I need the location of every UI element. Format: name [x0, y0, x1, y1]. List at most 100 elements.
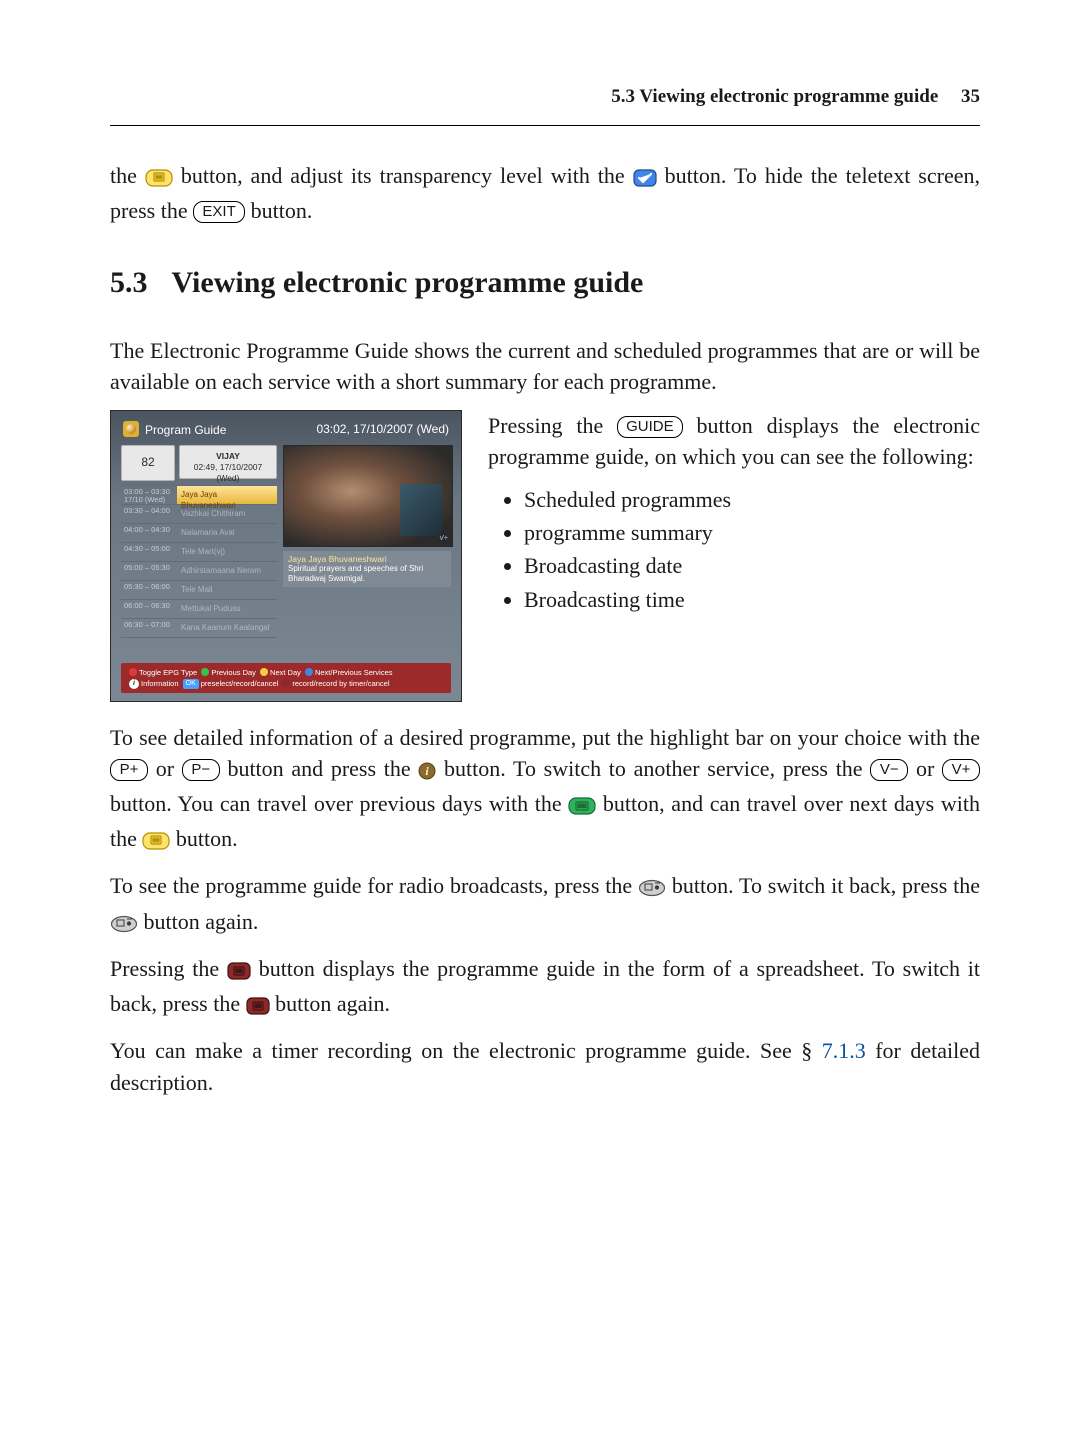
epg-programme-row: 05:00 – 05:30Adhirstamaana Neram [121, 561, 277, 580]
epg-row-title: Tele Mart(vj) [177, 543, 277, 561]
p-minus-key: P− [182, 759, 220, 781]
radio-guide-paragraph: To see the programme guide for radio bro… [110, 870, 980, 940]
epg-footer-legend: Toggle EPG Type Previous Day Next Day Ne… [121, 663, 451, 693]
epg-row-title: Tele Mall [177, 581, 277, 599]
epg-row-title: Vazhkai Chithiram [177, 505, 277, 523]
exit-key: EXIT [193, 201, 245, 223]
guide-bullet-item: Broadcasting date [524, 550, 980, 581]
epg-programme-row: 04:00 – 04:30Nalamaria Aval [121, 523, 277, 542]
epg-row-time: 06:00 – 06:30 [121, 600, 177, 618]
epg-row-time: 05:30 – 06:00 [121, 581, 177, 599]
header-page-number: 35 [961, 86, 980, 107]
v-minus-key: V− [870, 759, 908, 781]
epg-row-time: 05:00 – 05:30 [121, 562, 177, 580]
legend-record-timer: record/record by timer/cancel [292, 679, 389, 688]
epg-row-time: 04:30 – 05:00 [121, 543, 177, 561]
spreadsheet-paragraph: Pressing the button displays the program… [110, 953, 980, 1023]
text: button. [251, 198, 313, 223]
v-plus-key: V+ [942, 759, 980, 781]
cross-reference-link[interactable]: 7.1.3 [822, 1038, 866, 1063]
epg-row-title: Mettukal Pudusu [177, 600, 277, 618]
tv-radio-icon [110, 910, 138, 941]
legend-next-day: Next Day [270, 668, 301, 677]
guide-bullet-list: Scheduled programmesprogramme summaryBro… [506, 484, 980, 615]
section-heading: 5.3 Viewing electronic programme guide [110, 262, 980, 305]
epg-preview-corner: V+ [439, 534, 448, 544]
text: To see the programme guide for radio bro… [110, 873, 638, 898]
text: button. You can travel over previous day… [110, 791, 568, 816]
epg-channel-info: VIJAY 02:49, 17/10/2007 (Wed) [179, 445, 277, 479]
blue-dot-icon [305, 668, 313, 676]
epg-programme-row: 06:00 – 06:30Mettukal Pudusu [121, 599, 277, 618]
epg-row-title: Jaya Jaya Bhuvaneshwari [177, 486, 277, 504]
epg-body: 82 VIJAY 02:49, 17/10/2007 (Wed) 03:00 –… [111, 445, 461, 638]
epg-row-time: 04:00 – 04:30 [121, 524, 177, 542]
section-title: Viewing electronic programme guide [172, 262, 644, 305]
epg-row-time: 03:00 – 03:30 17/10 (Wed) [121, 486, 177, 504]
blue-check-icon [633, 164, 657, 195]
epg-screenshot: Program Guide 03:02, 17/10/2007 (Wed) 82… [110, 410, 462, 702]
text: button. [176, 826, 238, 851]
epg-programme-row: 03:00 – 03:30 17/10 (Wed)Jaya Jaya Bhuva… [121, 485, 277, 504]
epg-channel-time: 02:49, 17/10/2007 (Wed) [186, 462, 270, 484]
legend-next-prev-services: Next/Previous Services [315, 668, 393, 677]
text: Pressing the [110, 956, 227, 981]
legend-toggle: Toggle EPG Type [139, 668, 197, 677]
guide-bullet-item: Scheduled programmes [524, 484, 980, 515]
text: button. To switch it back, press the [672, 873, 980, 898]
green-prev-day-icon [568, 792, 596, 823]
epg-row-title: Kana Kaanum Kaalangal [177, 619, 277, 637]
epg-titlebar: Program Guide 03:02, 17/10/2007 (Wed) [111, 411, 461, 445]
epg-programme-row: 03:30 – 04:00Vazhkai Chithiram [121, 504, 277, 523]
epg-logo-icon [123, 421, 139, 437]
text: button and press the [227, 756, 418, 781]
epg-right-column: V+ Jaya Jaya Bhuvaneshwari Spiritual pra… [283, 445, 451, 638]
page: 5.3 Viewing electronic programme guide 3… [0, 0, 1080, 1439]
text: To see detailed information of a desired… [110, 725, 980, 750]
guide-bullet-item: programme summary [524, 517, 980, 548]
red-list-icon [227, 957, 251, 988]
red-dot-icon [129, 668, 137, 676]
guide-key: GUIDE [617, 416, 683, 438]
text: button, and adjust its transparency leve… [181, 163, 633, 188]
text: Pressing the [488, 413, 617, 438]
epg-screenshot-wrapper: Program Guide 03:02, 17/10/2007 (Wed) 82… [110, 410, 462, 702]
epg-programme-row: 04:30 – 05:00Tele Mart(vj) [121, 542, 277, 561]
epg-row-title: Adhirstamaana Neram [177, 562, 277, 580]
epg-programme-detail: Jaya Jaya Bhuvaneshwari Spiritual prayer… [283, 551, 451, 587]
text: button again. [275, 991, 390, 1016]
detail-navigation-paragraph: To see detailed information of a desired… [110, 722, 980, 859]
epg-two-column: Program Guide 03:02, 17/10/2007 (Wed) 82… [110, 410, 980, 702]
epg-detail-title: Jaya Jaya Bhuvaneshwari [288, 554, 446, 564]
header-section-label: 5.3 Viewing electronic programme guide [611, 86, 938, 107]
p-plus-key: P+ [110, 759, 148, 781]
intro-paragraph: The Electronic Programme Guide shows the… [110, 335, 980, 397]
text: button. To switch to another service, pr… [444, 756, 870, 781]
text: button again. [144, 909, 259, 934]
legend-info: Information [141, 679, 179, 688]
guide-description: Pressing the GUIDE button displays the e… [488, 410, 980, 625]
text: the [110, 163, 145, 188]
epg-datetime: 03:02, 17/10/2007 (Wed) [316, 421, 449, 438]
ok-badge-icon: OK [183, 679, 199, 689]
yellow-dot-icon [260, 668, 268, 676]
guide-sentence: Pressing the GUIDE button displays the e… [488, 410, 980, 472]
info-badge-icon: i [129, 679, 139, 689]
yellow-next-day-icon [142, 827, 170, 858]
epg-channel-name: VIJAY [186, 451, 270, 462]
text: or [156, 756, 182, 781]
epg-row-time: 03:30 – 04:00 [121, 505, 177, 523]
epg-channel-header: 82 VIJAY 02:49, 17/10/2007 (Wed) [121, 445, 277, 481]
text: or [916, 756, 942, 781]
tv-radio-icon [638, 874, 666, 905]
red-list-icon [246, 992, 270, 1023]
guide-bullet-item: Broadcasting time [524, 584, 980, 615]
legend-preselect: preselect/record/cancel [201, 679, 279, 688]
darkred-dot-icon [282, 679, 290, 687]
epg-channel-number: 82 [121, 445, 175, 481]
epg-programme-row: 05:30 – 06:00Tele Mall [121, 580, 277, 599]
epg-row-time: 06:30 – 07:00 [121, 619, 177, 637]
epg-detail-body: Spiritual prayers and speeches of Shri B… [288, 564, 446, 584]
section-number: 5.3 [110, 262, 148, 305]
epg-row-title: Nalamaria Aval [177, 524, 277, 542]
